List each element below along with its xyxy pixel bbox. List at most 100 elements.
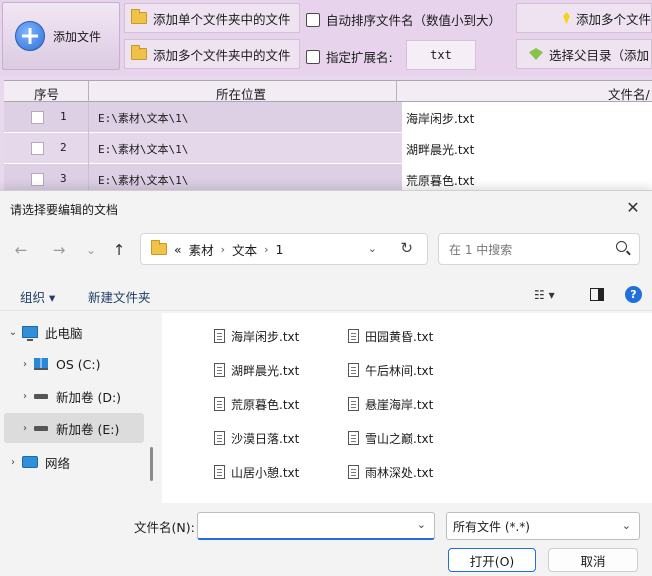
expand-chevron-icon[interactable]: › (4, 457, 22, 468)
text-file-icon (214, 329, 225, 343)
windows-drive-icon (34, 358, 48, 370)
filetype-chevron-icon[interactable]: ⌄ (622, 519, 631, 532)
breadcrumb-separator-icon: › (264, 242, 269, 256)
row-path: E:\素材\文本\1\ (98, 174, 189, 187)
list-item[interactable]: 湖畔晨光.txt (214, 361, 299, 379)
text-file-icon (348, 431, 359, 445)
text-file-icon (214, 397, 225, 411)
list-item[interactable]: 山居小憩.txt (214, 463, 299, 481)
filetype-select[interactable]: 所有文件 (*.*) ⌄ (446, 512, 640, 540)
add-multi-files-label: 添加多个文件 (575, 11, 651, 27)
expand-chevron-icon[interactable]: › (16, 391, 34, 402)
view-options-icon[interactable]: ☷ ▾ (534, 288, 555, 302)
list-item[interactable]: 雨林深处.txt (348, 463, 433, 481)
list-item[interactable]: 荒原暮色.txt (214, 395, 299, 413)
text-file-icon (214, 431, 225, 445)
tree-item-drive-e[interactable]: › 新加卷 (E:) (4, 413, 144, 443)
expand-chevron-icon[interactable]: › (16, 423, 34, 434)
up-arrow-icon[interactable]: ↑ (108, 239, 130, 261)
add-multi-files-button[interactable]: 添加多个文件 (516, 3, 652, 33)
add-file-button[interactable]: 添加文件 (2, 2, 120, 70)
breadcrumb-separator-icon: › (220, 242, 226, 256)
row-number: 1 (60, 110, 67, 123)
list-item[interactable]: 沙漠日落.txt (214, 429, 299, 447)
auto-sort-checkbox[interactable]: 自动排序文件名（数值小到大） (306, 10, 501, 29)
file-name: 湖畔晨光.txt (231, 363, 300, 378)
list-item[interactable]: 午后林间.txt (348, 361, 433, 379)
tree-item-network[interactable]: › 网络 (4, 447, 144, 477)
back-arrow-icon[interactable]: ← (10, 239, 32, 261)
file-list: 海岸闲步.txt 湖畔晨光.txt 荒原暮色.txt 沙漠日落.txt 山居小憩… (162, 313, 652, 503)
list-item[interactable]: 悬崖海岸.txt (348, 395, 433, 413)
row-filename[interactable]: 海岸闲步.txt (402, 102, 652, 132)
close-icon[interactable]: ✕ (620, 195, 646, 221)
tree-item-drive-c[interactable]: › OS (C:) (4, 349, 144, 379)
help-icon[interactable]: ? (625, 286, 642, 303)
file-name: 荒原暮色.txt (231, 397, 300, 412)
open-button[interactable]: 打开(O) (448, 548, 536, 572)
list-item[interactable]: 田园黄昏.txt (348, 327, 433, 345)
folder-icon (131, 45, 147, 60)
list-item[interactable]: 雪山之巅.txt (348, 429, 433, 447)
ext-label: 指定扩展名: (326, 50, 393, 65)
organize-menu-button[interactable]: 组织 ▾ (20, 287, 55, 306)
recent-locations-chevron-icon[interactable]: ⌄ (80, 239, 102, 261)
checkbox-box[interactable] (306, 49, 320, 64)
ext-checkbox[interactable]: 指定扩展名: (306, 47, 393, 66)
open-file-dialog: 请选择要编辑的文档 ✕ ← → ⌄ ↑ « 素材 › 文本 › 1 ⌄ ↻ 在 … (0, 190, 652, 576)
tree-item-drive-d[interactable]: › 新加卷 (D:) (4, 381, 144, 411)
command-bar: 组织 ▾ 新建文件夹 ☷ ▾ ? (0, 279, 652, 311)
new-folder-button[interactable]: 新建文件夹 (88, 287, 151, 306)
folder-icon (131, 9, 147, 24)
text-file-icon (348, 363, 359, 377)
batch-rename-app: 添加文件 添加单个文件夹中的文件 添加多个文件夹中的文件 自动排序文件名（数值小… (0, 0, 652, 196)
add-single-folder-button[interactable]: 添加单个文件夹中的文件 (124, 3, 300, 33)
cancel-button[interactable]: 取消 (548, 548, 638, 572)
row-filename[interactable]: 湖畔晨光.txt (402, 133, 652, 163)
ext-input[interactable]: txt (406, 40, 476, 70)
column-separator (396, 81, 397, 102)
checkbox-box[interactable] (306, 12, 320, 27)
tree-scrollbar-thumb[interactable] (150, 447, 153, 481)
table-row[interactable]: 2 E:\素材\文本\1\ 湖畔晨光.txt (4, 133, 652, 164)
list-item[interactable]: 海岸闲步.txt (214, 327, 299, 345)
header-index[interactable]: 序号 (34, 84, 59, 103)
expand-chevron-icon[interactable]: › (16, 359, 34, 370)
tree-item-label: OS (C:) (56, 356, 101, 372)
select-parent-button[interactable]: 选择父目录（添加 (516, 39, 652, 69)
filename-dropdown-chevron-icon[interactable]: ⌄ (417, 518, 426, 531)
gem-icon (563, 12, 570, 24)
add-single-folder-label: 添加单个文件夹中的文件 (153, 11, 291, 27)
file-name: 雨林深处.txt (365, 465, 434, 480)
search-input[interactable]: 在 1 中搜索 (438, 233, 640, 265)
add-multi-folder-label: 添加多个文件夹中的文件 (153, 47, 291, 63)
add-multi-folder-button[interactable]: 添加多个文件夹中的文件 (124, 39, 300, 69)
forward-arrow-icon[interactable]: → (48, 239, 70, 261)
row-checkbox[interactable] (31, 173, 44, 186)
row-checkbox[interactable] (31, 111, 44, 124)
grid-header: 序号 所在位置 文件名/ (4, 80, 652, 102)
breadcrumb-item[interactable]: 文本 (232, 240, 257, 259)
table-row[interactable]: 1 E:\素材\文本\1\ 海岸闲步.txt (4, 102, 652, 133)
header-location[interactable]: 所在位置 (216, 84, 266, 103)
breadcrumb-item[interactable]: 素材 (189, 240, 214, 259)
refresh-icon[interactable]: ↻ (400, 239, 413, 257)
header-filename[interactable]: 文件名/ (608, 84, 650, 103)
expand-chevron-icon[interactable]: ⌄ (4, 327, 22, 338)
dialog-title: 请选择要编辑的文档 (10, 203, 119, 217)
address-dropdown-chevron-icon[interactable]: ⌄ (368, 242, 377, 255)
navigation-bar: ← → ⌄ ↑ « 素材 › 文本 › 1 ⌄ ↻ 在 1 中搜索 (0, 229, 652, 273)
breadcrumb-item[interactable]: 1 (276, 242, 284, 257)
row-checkbox[interactable] (31, 142, 44, 155)
toolbar: 添加文件 添加单个文件夹中的文件 添加多个文件夹中的文件 自动排序文件名（数值小… (0, 0, 652, 76)
preview-pane-icon[interactable] (590, 288, 604, 301)
tree-item-label: 新加卷 (E:) (56, 421, 120, 437)
add-file-label: 添加文件 (53, 29, 102, 44)
address-bar[interactable]: « 素材 › 文本 › 1 ⌄ ↻ (140, 233, 428, 265)
tree-item-this-pc[interactable]: ⌄ 此电脑 (4, 317, 144, 347)
breadcrumb-overflow[interactable]: « (174, 242, 182, 257)
row-number: 3 (60, 172, 67, 185)
text-file-icon (348, 397, 359, 411)
pc-icon (22, 326, 38, 341)
filename-input[interactable]: ⌄ (197, 512, 435, 540)
